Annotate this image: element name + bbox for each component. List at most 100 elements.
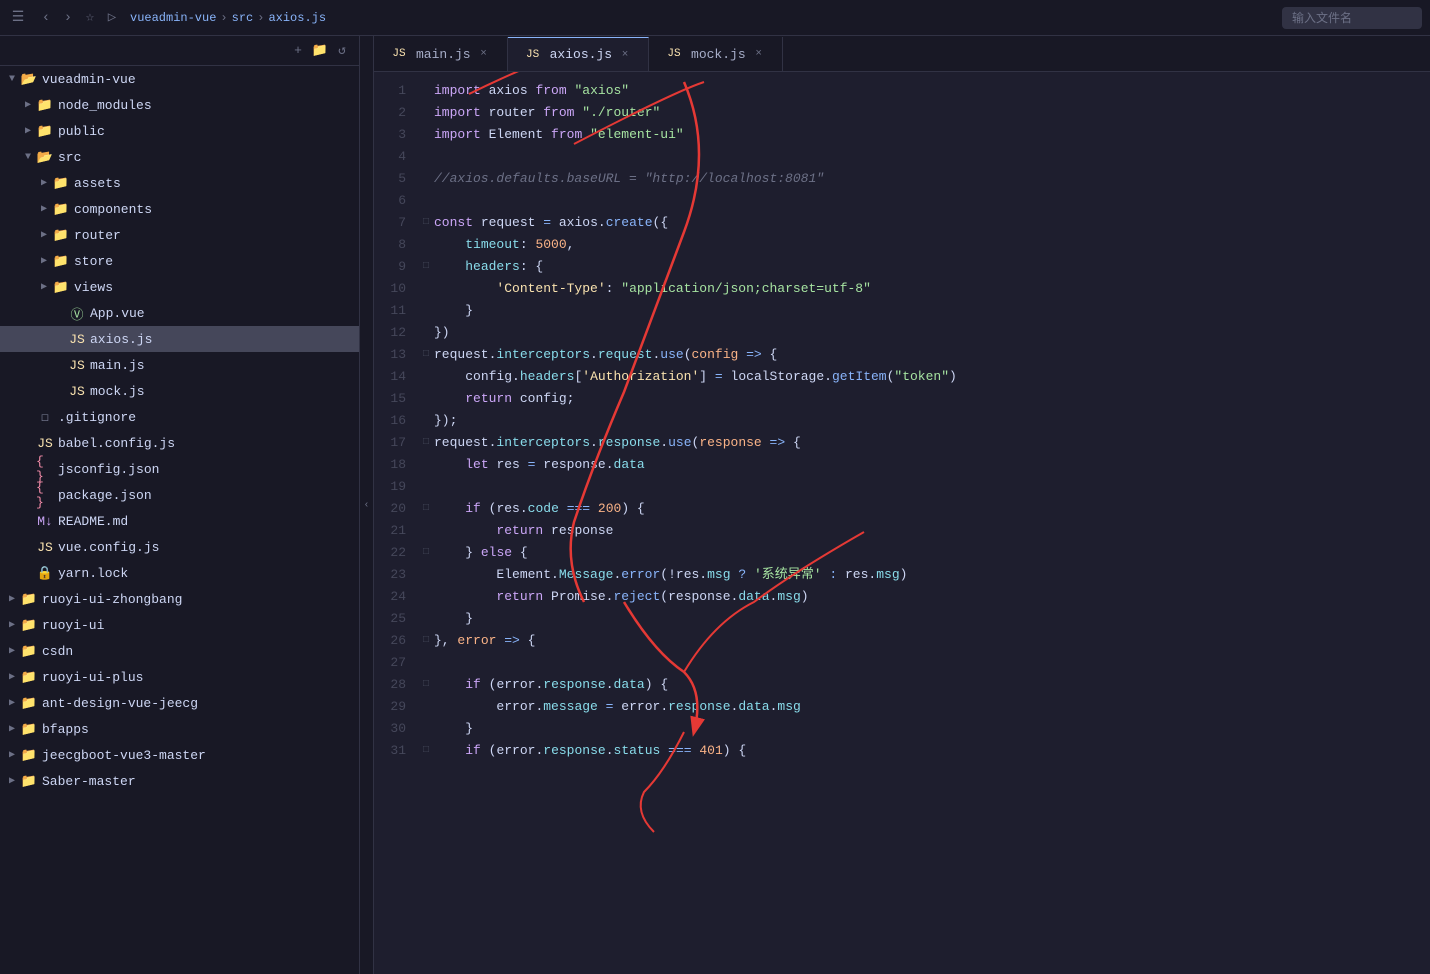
tree-item-ruoyi-ui[interactable]: ▶ 📁 ruoyi-ui [0, 612, 359, 638]
new-file-icon[interactable]: + [289, 42, 307, 60]
folder-icon: 📁 [36, 122, 54, 140]
tree-item-public[interactable]: ▶ 📁 public [0, 118, 359, 144]
code-line-18[interactable]: 18 let res = response.data [374, 454, 1430, 476]
tree-item-gitignore[interactable]: ▶ ◻ .gitignore [0, 404, 359, 430]
nav-arrows: ‹ › ☆ ▷ [36, 8, 122, 28]
tree-item-vue-config[interactable]: ▶ JS vue.config.js [0, 534, 359, 560]
tree-item-jeecgboot[interactable]: ▶ 📁 jeecgboot-vue3-master [0, 742, 359, 768]
folder-icon: 📁 [52, 278, 70, 296]
code-line-28[interactable]: 28 □ if (error.response.data) { [374, 674, 1430, 696]
line-code: config.headers['Authorization'] = localS… [434, 366, 1422, 388]
breadcrumb: vueadmin-vue › src › axios.js [130, 11, 1274, 25]
line-number: 9 [382, 256, 418, 278]
line-number: 17 [382, 432, 418, 454]
tree-item-main-js[interactable]: ▶ JS main.js [0, 352, 359, 378]
code-line-24[interactable]: 24 return Promise.reject(response.data.m… [374, 586, 1430, 608]
tree-item-readme[interactable]: ▶ M↓ README.md [0, 508, 359, 534]
tree-item-babel-config[interactable]: ▶ JS babel.config.js [0, 430, 359, 456]
code-line-3[interactable]: 3 import Element from "element-ui" [374, 124, 1430, 146]
line-number: 27 [382, 652, 418, 674]
tab-mock-js[interactable]: JS mock.js × [649, 37, 783, 71]
forward-icon[interactable]: › [58, 8, 78, 28]
tab-close-main[interactable]: × [477, 47, 491, 61]
code-line-2[interactable]: 2 import router from "./router" [374, 102, 1430, 124]
tab-main-js[interactable]: JS main.js × [374, 37, 508, 71]
code-line-12[interactable]: 12 }) [374, 322, 1430, 344]
tree-item-src[interactable]: ▼ 📂 src [0, 144, 359, 170]
code-line-5[interactable]: 5 //axios.defaults.baseURL = "http://loc… [374, 168, 1430, 190]
line-number: 15 [382, 388, 418, 410]
code-line-31[interactable]: 31 □ if (error.response.status === 401) … [374, 740, 1430, 762]
breadcrumb-src: src [232, 11, 254, 25]
tab-close-mock[interactable]: × [752, 47, 766, 61]
tree-arrow: ▶ [4, 617, 20, 633]
tree-item-csdn[interactable]: ▶ 📁 csdn [0, 638, 359, 664]
tree-item-components[interactable]: ▶ 📁 components [0, 196, 359, 222]
code-line-1[interactable]: 1 import axios from "axios" [374, 80, 1430, 102]
tree-item-app-vue[interactable]: ▶ Ⓥ App.vue [0, 300, 359, 326]
new-folder-icon[interactable]: 📁 [311, 42, 329, 60]
tree-item-vueadmin-vue[interactable]: ▼ 📂 vueadmin-vue [0, 66, 359, 92]
back-icon[interactable]: ‹ [36, 8, 56, 28]
star-icon[interactable]: ☆ [80, 8, 100, 28]
tree-item-store[interactable]: ▶ 📁 store [0, 248, 359, 274]
line-code: } [434, 608, 1422, 630]
code-line-8[interactable]: 8 timeout: 5000, [374, 234, 1430, 256]
tree-label: router [74, 228, 121, 243]
code-line-15[interactable]: 15 return config; [374, 388, 1430, 410]
tab-axios-js[interactable]: JS axios.js × [508, 37, 649, 71]
code-line-30[interactable]: 30 } [374, 718, 1430, 740]
menu-icon[interactable]: ☰ [8, 8, 28, 28]
code-editor[interactable]: 1 import axios from "axios" 2 import rou… [374, 72, 1430, 974]
tree-item-mock-js[interactable]: ▶ JS mock.js [0, 378, 359, 404]
code-line-26[interactable]: 26 □ }, error => { [374, 630, 1430, 652]
code-line-4[interactable]: 4 [374, 146, 1430, 168]
title-bar-right [1282, 7, 1422, 29]
tree-item-bfapps[interactable]: ▶ 📁 bfapps [0, 716, 359, 742]
line-code: request.interceptors.request.use(config … [434, 344, 1422, 366]
tree-item-assets[interactable]: ▶ 📁 assets [0, 170, 359, 196]
tree-arrow: ▶ [4, 643, 20, 659]
tree-item-ruoyi-ui-zhongbang[interactable]: ▶ 📁 ruoyi-ui-zhongbang [0, 586, 359, 612]
code-line-9[interactable]: 9 □ headers: { [374, 256, 1430, 278]
code-line-16[interactable]: 16 }); [374, 410, 1430, 432]
code-line-23[interactable]: 23 Element.Message.error(!res.msg ? '系统异… [374, 564, 1430, 586]
search-input[interactable] [1282, 7, 1422, 29]
code-line-11[interactable]: 11 } [374, 300, 1430, 322]
code-line-7[interactable]: 7 □ const request = axios.create({ [374, 212, 1430, 234]
tree-label: yarn.lock [58, 566, 128, 581]
code-line-10[interactable]: 10 'Content-Type': "application/json;cha… [374, 278, 1430, 300]
code-line-20[interactable]: 20 □ if (res.code === 200) { [374, 498, 1430, 520]
code-line-21[interactable]: 21 return response [374, 520, 1430, 542]
tree-item-saber-master[interactable]: ▶ 📁 Saber-master [0, 768, 359, 794]
refresh-icon[interactable]: ↺ [333, 42, 351, 60]
tree-item-package-json[interactable]: ▶ { } package.json [0, 482, 359, 508]
tree-item-ruoyi-ui-plus[interactable]: ▶ 📁 ruoyi-ui-plus [0, 664, 359, 690]
code-line-22[interactable]: 22 □ } else { [374, 542, 1430, 564]
line-number: 22 [382, 542, 418, 564]
folder-icon: 📁 [52, 200, 70, 218]
tree-item-router[interactable]: ▶ 📁 router [0, 222, 359, 248]
line-fold: □ [418, 542, 434, 564]
tree-item-views[interactable]: ▶ 📁 views [0, 274, 359, 300]
folder-icon: 📁 [20, 668, 38, 686]
code-line-25[interactable]: 25 } [374, 608, 1430, 630]
tree-item-ant-design[interactable]: ▶ 📁 ant-design-vue-jeecg [0, 690, 359, 716]
tree-item-axios-js[interactable]: ▶ JS axios.js [0, 326, 359, 352]
tree-item-jsconfig-json[interactable]: ▶ { } jsconfig.json [0, 456, 359, 482]
collapse-sidebar-button[interactable]: ‹ [360, 36, 374, 974]
code-line-6[interactable]: 6 [374, 190, 1430, 212]
code-line-19[interactable]: 19 [374, 476, 1430, 498]
code-line-17[interactable]: 17 □ request.interceptors.response.use(r… [374, 432, 1430, 454]
tree-item-yarn-lock[interactable]: ▶ 🔒 yarn.lock [0, 560, 359, 586]
tab-close-axios[interactable]: × [618, 48, 632, 62]
tree-item-node-modules[interactable]: ▶ 📁 node_modules [0, 92, 359, 118]
line-number: 10 [382, 278, 418, 300]
folder-icon: 📁 [20, 642, 38, 660]
tree-arrow: ▶ [36, 175, 52, 191]
code-line-29[interactable]: 29 error.message = error.response.data.m… [374, 696, 1430, 718]
code-line-14[interactable]: 14 config.headers['Authorization'] = loc… [374, 366, 1430, 388]
code-line-27[interactable]: 27 [374, 652, 1430, 674]
run-icon[interactable]: ▷ [102, 8, 122, 28]
code-line-13[interactable]: 13 □ request.interceptors.request.use(co… [374, 344, 1430, 366]
